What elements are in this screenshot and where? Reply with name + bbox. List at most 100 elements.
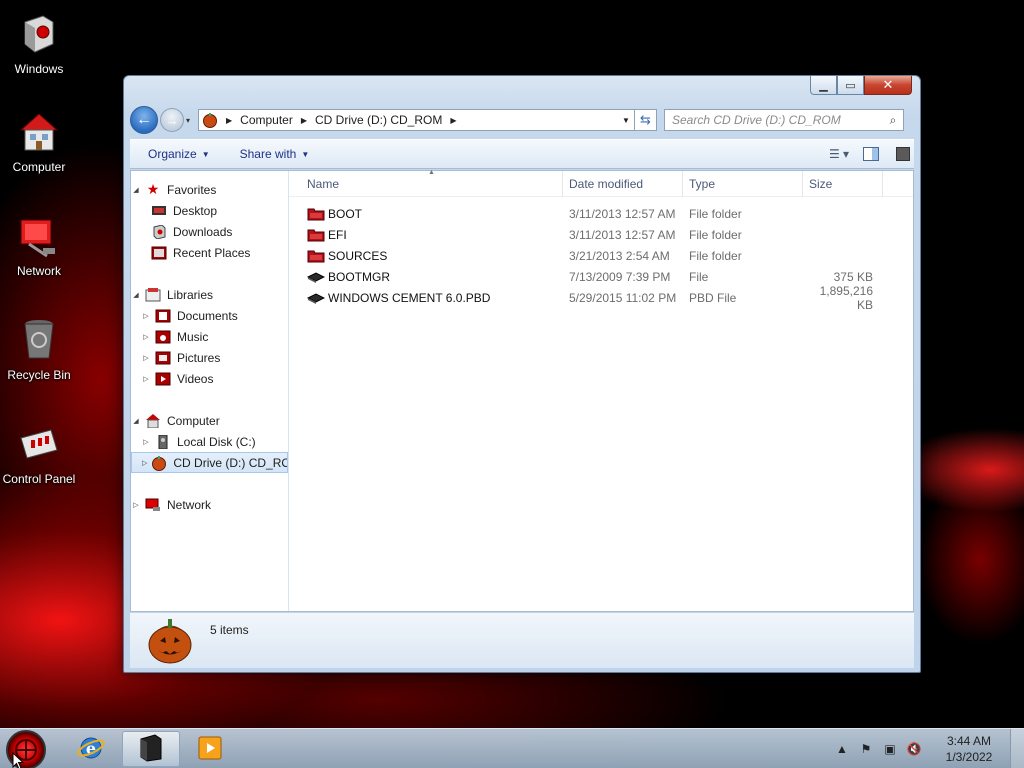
nav-label: Music — [177, 329, 209, 344]
nav-downloads[interactable]: Downloads — [131, 221, 288, 242]
action-center-flag-icon[interactable]: ⚑ — [856, 742, 876, 756]
network-status-icon[interactable]: ▣ — [880, 742, 900, 756]
nav-cd-drive[interactable]: ▷ CD Drive (D:) CD_ROM — [131, 452, 288, 473]
nav-label: Favorites — [167, 182, 217, 197]
show-hidden-icons-icon[interactable]: ▲ — [832, 742, 852, 756]
maximize-button[interactable]: ▭ — [837, 76, 864, 95]
minimize-button[interactable]: ▁ — [810, 76, 837, 95]
file-row[interactable]: WINDOWS CEMENT 6.0.PBD 5/29/2015 11:02 P… — [289, 284, 913, 312]
help-icon[interactable] — [892, 145, 914, 163]
command-bar: Organize ▼ Share with ▼ ☰ ▾ — [130, 139, 914, 169]
address-bar[interactable]: ▶ Computer ▶ CD Drive (D:) CD_ROM ▶ ▼ — [198, 109, 635, 131]
file-icon — [307, 270, 325, 284]
collapse-arrow-icon[interactable]: ▷ — [141, 438, 151, 446]
item-count: 5 items — [210, 623, 249, 637]
volume-muted-icon[interactable]: 🔇 — [904, 742, 924, 756]
nav-label: Documents — [177, 308, 238, 323]
breadcrumb-computer[interactable]: Computer — [240, 113, 293, 127]
search-input[interactable]: Search CD Drive (D:) CD_ROM ⌕ — [664, 109, 904, 131]
show-desktop-button[interactable] — [1010, 729, 1024, 768]
expand-arrow-icon[interactable]: ◢ — [131, 291, 141, 299]
collapse-arrow-icon[interactable]: ▷ — [141, 312, 151, 320]
recent-pages-dropdown[interactable]: ▾ — [186, 116, 196, 125]
refresh-button[interactable]: ⇆ — [635, 109, 657, 131]
chevron-down-icon: ▼ — [301, 149, 310, 159]
breadcrumb-cd-drive[interactable]: CD Drive (D:) CD_ROM — [315, 113, 442, 127]
taskbar-windows-explorer[interactable] — [122, 731, 180, 767]
nav-pictures[interactable]: ▷ Pictures — [131, 347, 288, 368]
nav-videos[interactable]: ▷ Videos — [131, 368, 288, 389]
star-icon: ★ — [146, 181, 160, 197]
organize-button[interactable]: Organize ▼ — [148, 147, 210, 161]
breadcrumb-separator-icon[interactable]: ▶ — [226, 116, 232, 125]
address-dropdown-icon[interactable]: ▼ — [618, 116, 634, 125]
downloads-folder-icon — [151, 224, 167, 240]
file-date: 3/11/2013 12:57 AM — [569, 206, 676, 221]
column-headers: ▲ Name Date modified Type Size — [289, 169, 913, 197]
collapse-arrow-icon[interactable]: ▷ — [141, 375, 151, 383]
nav-label: Desktop — [173, 203, 218, 218]
desktop-icon-control-panel[interactable]: Control Panel — [0, 422, 78, 486]
preview-pane-icon[interactable] — [860, 145, 882, 163]
pictures-icon — [155, 350, 171, 366]
folder-icon — [307, 249, 325, 263]
file-row[interactable]: SOURCES 3/21/2013 2:54 AM File folder — [289, 245, 913, 266]
view-options-icon[interactable]: ☰ ▾ — [828, 145, 850, 163]
explorer-app-icon — [137, 733, 165, 766]
nav-computer[interactable]: ◢ Computer — [131, 410, 288, 431]
network-icon — [17, 214, 61, 258]
nav-favorites[interactable]: ◢ ★ Favorites — [131, 179, 288, 200]
search-icon[interactable]: ⌕ — [883, 113, 903, 128]
desktop-icon-windows[interactable]: Windows — [0, 12, 78, 76]
system-tray: ▲ ⚑ ▣ 🔇 3:44 AM 1/3/2022 — [828, 729, 1024, 768]
column-date-modified[interactable]: Date modified — [563, 170, 683, 197]
file-row[interactable]: EFI 3/11/2013 12:57 AM File folder — [289, 224, 913, 245]
taskbar-internet-explorer[interactable]: e — [62, 731, 120, 767]
collapse-arrow-icon[interactable]: ▷ — [142, 459, 147, 467]
drive-icon — [202, 112, 218, 128]
file-type: File folder — [689, 206, 742, 221]
desktop-icon-label: Computer — [12, 160, 66, 174]
collapse-arrow-icon[interactable]: ▷ — [141, 354, 151, 362]
nav-local-disk[interactable]: ▷ Local Disk (C:) — [131, 431, 288, 452]
clock[interactable]: 3:44 AM 1/3/2022 — [934, 733, 1004, 765]
column-size[interactable]: Size — [803, 170, 883, 197]
file-date: 7/13/2009 7:39 PM — [569, 269, 671, 284]
desktop-icon-computer[interactable]: Computer — [0, 110, 78, 174]
nav-network[interactable]: ▷ Network — [131, 494, 288, 515]
nav-documents[interactable]: ▷ Documents — [131, 305, 288, 326]
internet-explorer-icon: e — [76, 733, 106, 766]
share-with-button[interactable]: Share with ▼ — [240, 147, 310, 161]
desktop-icon-label: Windows — [14, 62, 64, 76]
desktop-icon-recycle-bin[interactable]: Recycle Bin — [0, 318, 78, 382]
file-date: 3/21/2013 2:54 AM — [569, 248, 670, 263]
nav-label: Pictures — [177, 350, 221, 365]
expand-arrow-icon[interactable]: ◢ — [131, 417, 141, 425]
expand-arrow-icon[interactable]: ◢ — [131, 186, 141, 194]
file-row[interactable]: BOOT 3/11/2013 12:57 AM File folder — [289, 203, 913, 224]
nav-libraries[interactable]: ◢ Libraries — [131, 284, 288, 305]
breadcrumb-separator-icon[interactable]: ▶ — [450, 116, 456, 125]
nav-label: Libraries — [167, 287, 214, 302]
back-button[interactable]: ← — [130, 106, 158, 134]
nav-label: Downloads — [173, 224, 233, 239]
breadcrumb-separator-icon[interactable]: ▶ — [301, 116, 307, 125]
desktop-icon-label: Recycle Bin — [7, 368, 71, 382]
desktop-icon-network[interactable]: Network — [0, 214, 78, 278]
column-name[interactable]: Name — [289, 170, 563, 197]
nav-music[interactable]: ▷ Music — [131, 326, 288, 347]
search-placeholder: Search CD Drive (D:) CD_ROM — [672, 113, 841, 127]
collapse-arrow-icon[interactable]: ▷ — [131, 501, 141, 509]
close-button[interactable]: ✕ — [864, 76, 912, 95]
forward-button[interactable]: → — [160, 108, 184, 132]
nav-desktop[interactable]: Desktop — [131, 200, 288, 221]
music-icon — [155, 329, 171, 345]
collapse-arrow-icon[interactable]: ▷ — [141, 333, 151, 341]
nav-recent-places[interactable]: Recent Places — [131, 242, 288, 263]
column-type[interactable]: Type — [683, 170, 803, 197]
file-date: 3/11/2013 12:57 AM — [569, 227, 676, 242]
file-name: WINDOWS CEMENT 6.0.PBD — [328, 290, 491, 305]
taskbar-media-player[interactable] — [182, 731, 240, 767]
desktop-folder-icon — [151, 203, 167, 219]
recycle-bin-icon — [17, 318, 61, 362]
